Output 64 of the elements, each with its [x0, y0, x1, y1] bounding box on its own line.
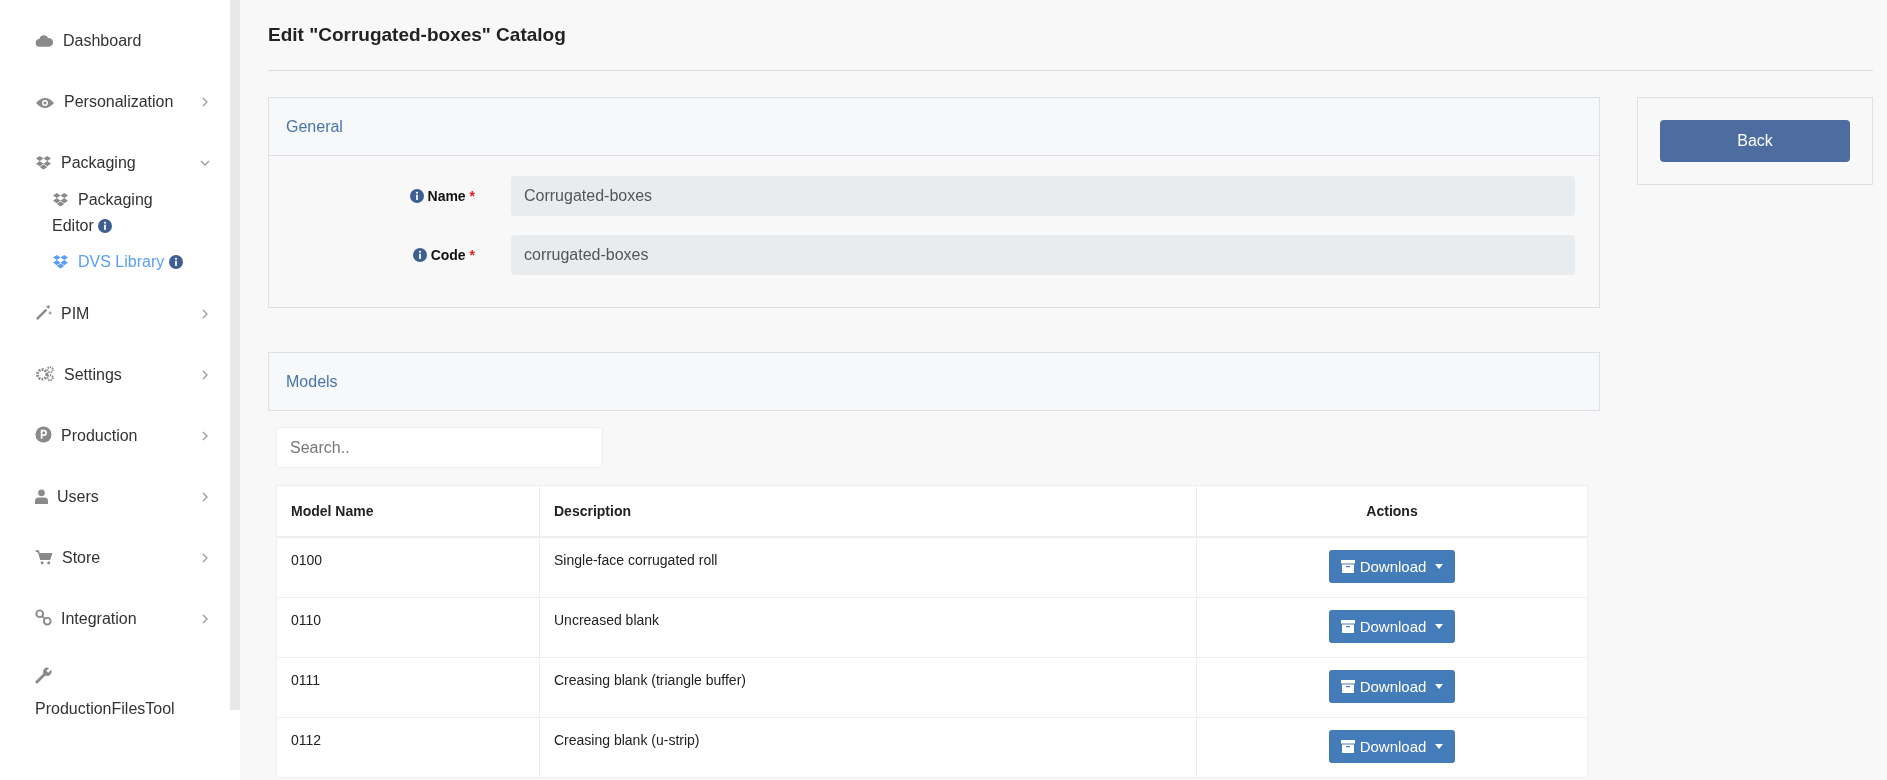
cart-icon — [35, 549, 53, 565]
dropbox-icon — [52, 254, 69, 269]
column-header: Actions — [1196, 485, 1588, 537]
user-icon — [35, 488, 48, 504]
download-button[interactable]: Download — [1328, 729, 1456, 763]
chevron-right-icon[interactable] — [200, 613, 210, 624]
gears-icon — [35, 364, 55, 382]
menu-item[interactable]: Personalization — [35, 85, 200, 118]
table-cell: Creasing blank (u-strip) — [539, 717, 1197, 777]
cloud-icon — [35, 33, 54, 48]
chevron-right-icon[interactable] — [200, 430, 210, 441]
magic-wand-icon — [35, 303, 52, 321]
menu-item[interactable]: PIM — [35, 297, 200, 330]
info-icon — [412, 248, 427, 262]
menu-item[interactable]: Packaging — [35, 146, 200, 179]
text-field[interactable]: Corrugated-boxes — [511, 176, 1575, 216]
dropbox-icon — [52, 192, 69, 207]
chevron-right-icon[interactable] — [200, 552, 210, 563]
download-button[interactable]: Download — [1328, 669, 1456, 703]
info-icon — [409, 189, 424, 203]
table-cell: Single-face corrugated roll — [539, 537, 1197, 597]
menu-item[interactable]: ProductionFilesTool — [35, 661, 200, 725]
eye-icon — [35, 96, 55, 109]
download-button[interactable]: Download — [1328, 609, 1456, 643]
back-button[interactable]: Back — [1660, 120, 1850, 162]
column-header: Model Name — [276, 485, 540, 537]
chevron-right-icon[interactable] — [200, 491, 210, 502]
table-cell: Creasing blank (triangle buffer) — [539, 657, 1197, 717]
archive-icon — [1340, 679, 1355, 693]
table-cell: 0110 — [276, 597, 540, 657]
caret-down-icon — [1435, 683, 1444, 689]
caret-down-icon — [1435, 564, 1444, 569]
menu-item[interactable]: Dashboard — [35, 24, 200, 57]
wrench-icon — [35, 667, 52, 684]
menu-item[interactable]: Settings — [35, 358, 200, 391]
menu-item[interactable]: Production — [35, 419, 200, 452]
panel-title: General — [286, 117, 343, 136]
page-title: Edit "Corrugated-boxes" Catalog — [268, 23, 567, 47]
table-cell: Uncreased blank — [539, 597, 1197, 657]
link-icon — [35, 608, 52, 626]
submenu-item[interactable]: Packaging Editor — [52, 187, 192, 239]
caret-down-icon — [1435, 743, 1444, 749]
chevron-right-icon[interactable] — [200, 96, 210, 107]
download-button[interactable]: Download — [1328, 550, 1456, 583]
menu-item[interactable]: Users — [35, 480, 200, 513]
column-header: Description — [539, 485, 1197, 537]
archive-icon — [1340, 739, 1355, 753]
table-cell: 0112 — [276, 717, 540, 777]
chevron-right-icon[interactable] — [200, 308, 210, 319]
menu-item[interactable]: Store — [35, 541, 200, 574]
field-label: Code * — [269, 247, 511, 263]
p-circle-icon — [35, 425, 52, 443]
archive-icon — [1340, 619, 1355, 633]
archive-icon — [1340, 560, 1355, 573]
dropbox-icon — [35, 154, 52, 170]
chevron-right-icon[interactable] — [200, 369, 210, 380]
panel-title: Models — [286, 372, 338, 391]
menu-item[interactable]: Integration — [35, 602, 200, 635]
table-cell: 0111 — [276, 657, 540, 717]
table-cell: 0100 — [276, 537, 540, 597]
search-field[interactable]: Search.. — [276, 427, 603, 468]
caret-down-icon — [1435, 623, 1444, 629]
field-label: Name * — [269, 188, 511, 204]
text-field[interactable]: corrugated-boxes — [511, 235, 1575, 275]
